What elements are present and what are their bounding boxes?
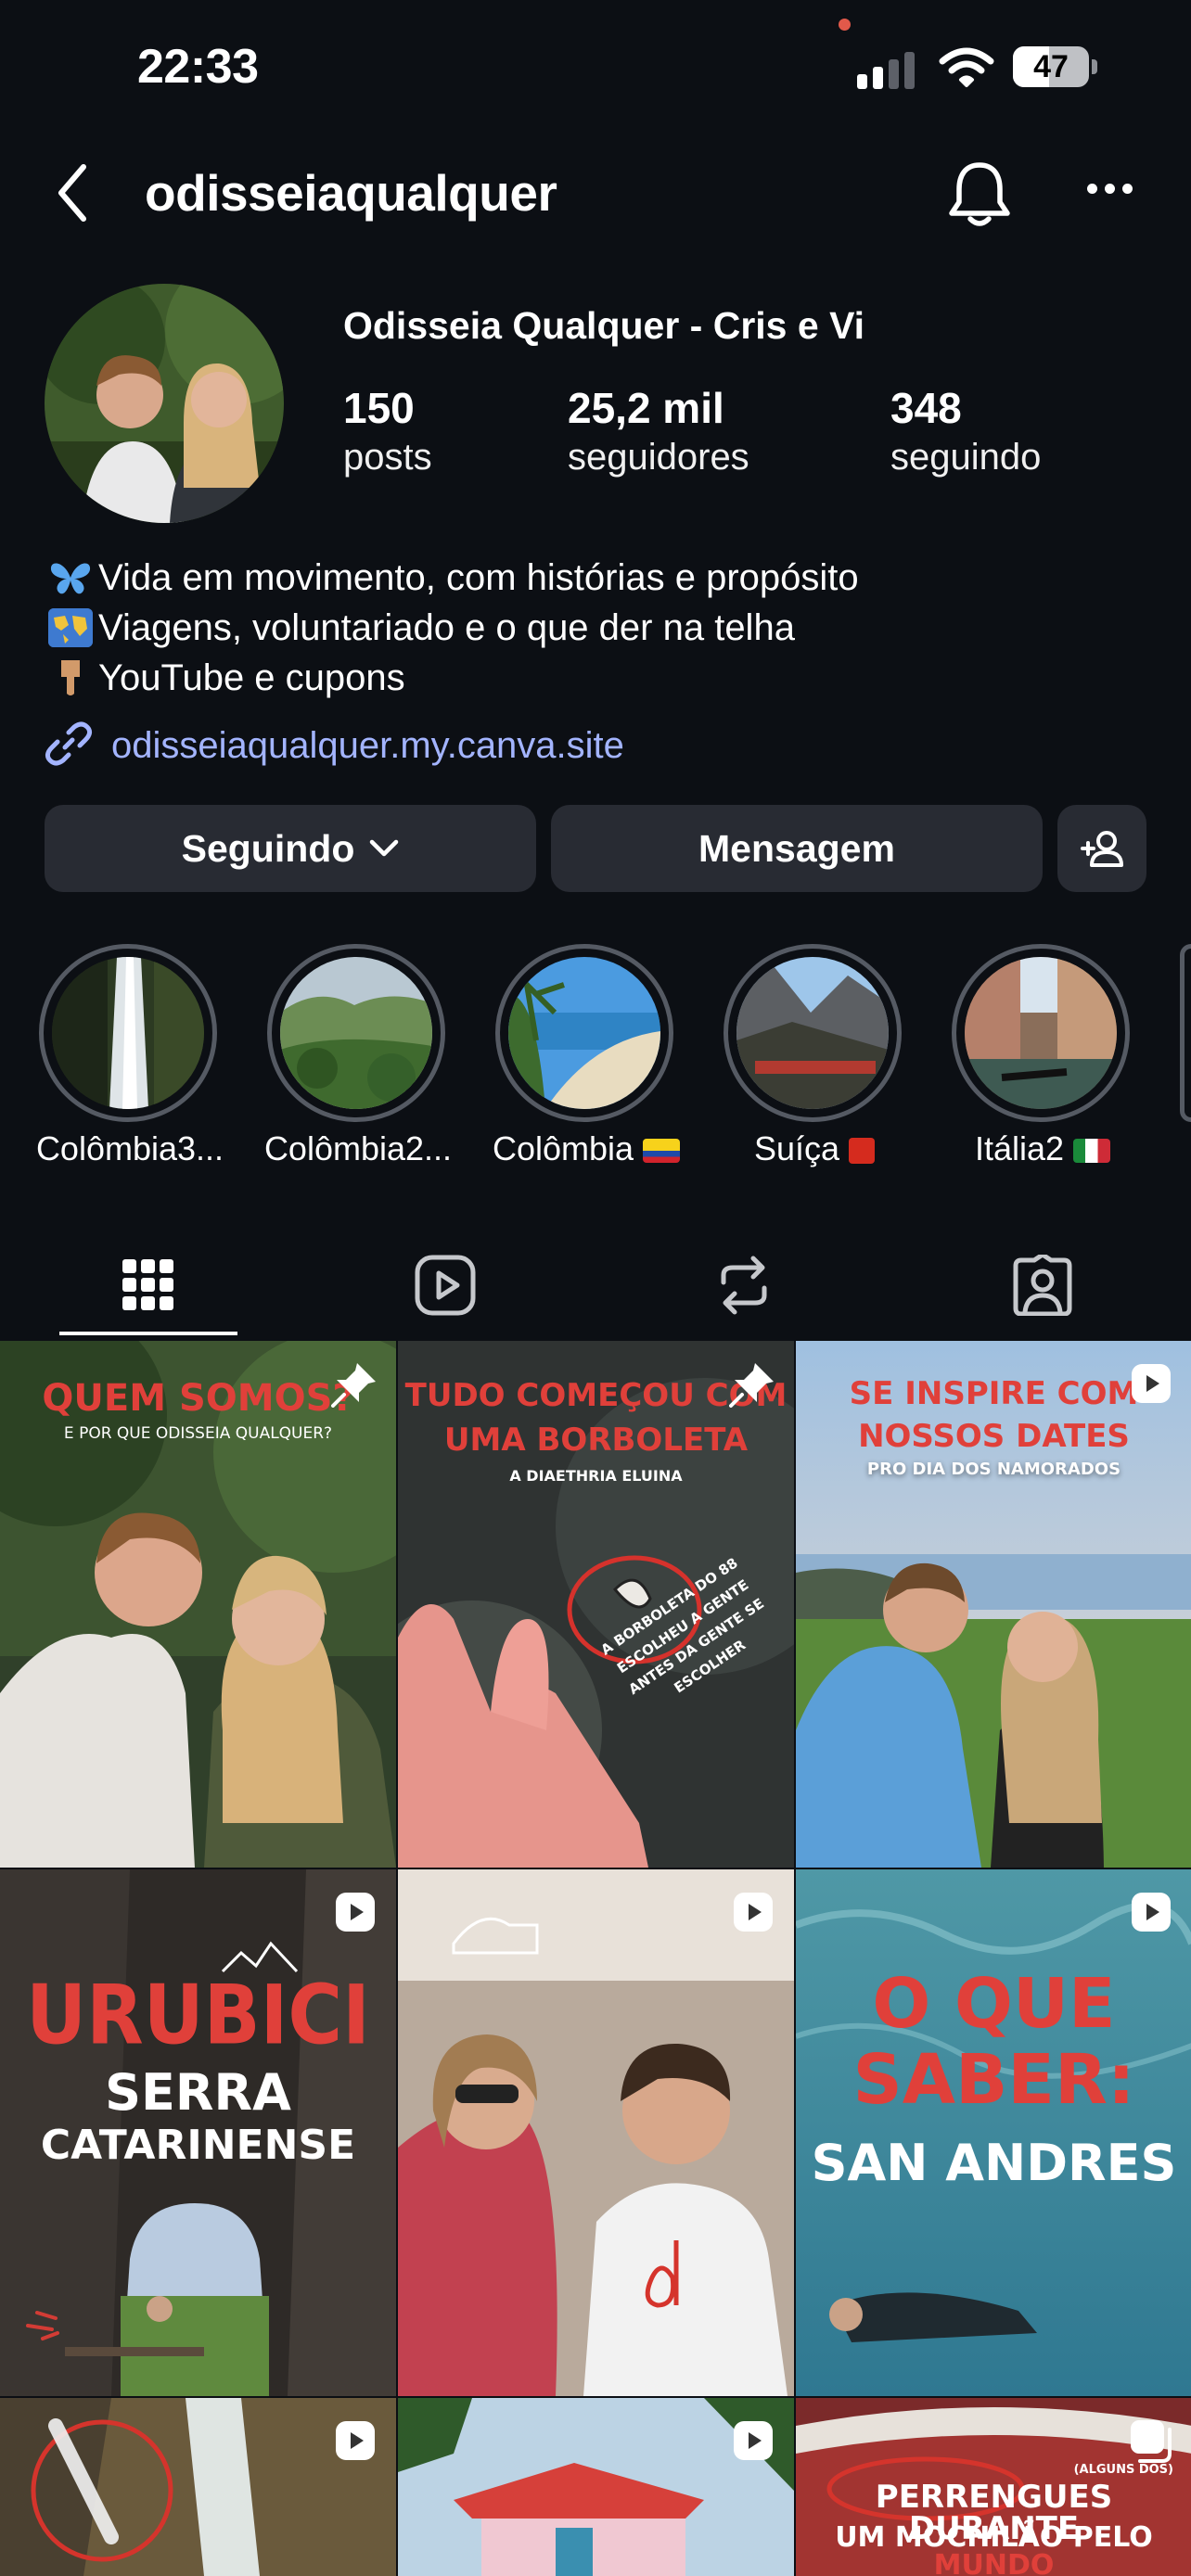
bio-line: Viagens, voluntariado e o que der na tel…: [98, 607, 795, 648]
grid-icon: [122, 1258, 174, 1316]
reel-badge-icon: [333, 2418, 378, 2463]
cellular-signal-icon: [857, 50, 915, 89]
message-button[interactable]: Mensagem: [551, 805, 1043, 892]
chevron-down-icon: [369, 839, 399, 858]
wifi-icon: [939, 46, 994, 94]
tab-tagged[interactable]: [894, 1241, 1191, 1333]
stat-value: 150: [343, 384, 415, 432]
profile-username: odisseiaqualquer: [145, 164, 557, 222]
tab-reels[interactable]: [297, 1241, 594, 1333]
post-title: SERRA: [105, 2063, 291, 2122]
post-title: O QUE: [872, 1964, 1116, 2044]
reel-badge-icon: [731, 2418, 775, 2463]
highlight-switzerland[interactable]: Suíça: [724, 944, 905, 1167]
message-label: Mensagem: [698, 826, 895, 870]
post-title: SAN ANDRES: [811, 2134, 1177, 2192]
post-title: SABER:: [852, 2040, 1135, 2120]
post-tile[interactable]: QUEM SOMOS? E POR QUE ODISSEIA QUALQUER?: [0, 1341, 396, 1868]
highlight-italy-2[interactable]: Itália2: [952, 944, 1133, 1167]
highlight-label: Colômbia2...: [263, 1129, 453, 1167]
add-person-icon: [1079, 830, 1125, 867]
carousel-icon: [1129, 2418, 1173, 2463]
tab-reposts[interactable]: [596, 1241, 892, 1333]
link-icon: [45, 720, 93, 772]
active-tab-indicator: [59, 1332, 237, 1335]
post-subtitle: A DIAETHRIA ELUINA: [509, 1467, 683, 1485]
repost-icon: [716, 1255, 772, 1320]
post-title: CATARINENSE: [40, 2122, 356, 2169]
reel-badge-icon: [333, 1890, 378, 1934]
stat-label: seguindo: [890, 437, 1042, 478]
post-title: NOSSOS DATES: [858, 1418, 1130, 1455]
profile-link[interactable]: odisseiaqualquer.my.canva.site: [45, 720, 624, 772]
following-button[interactable]: Seguindo: [45, 805, 536, 892]
followers-count[interactable]: 25,2 mil seguidores: [568, 382, 749, 480]
post-title: UMA BORBOLETA: [443, 1422, 749, 1459]
profile-avatar[interactable]: [45, 284, 284, 523]
reels-icon: [415, 1255, 476, 1320]
tab-grid[interactable]: [0, 1241, 297, 1333]
highlight-label: Itália2: [924, 1129, 1161, 1168]
post-subtitle: PRO DIA DOS NAMORADOS: [866, 1460, 1121, 1479]
battery-indicator: 47: [1013, 46, 1098, 87]
link-text[interactable]: odisseiaqualquer.my.canva.site: [111, 725, 624, 767]
stat-value: 348: [890, 384, 962, 432]
back-chevron-icon[interactable]: [54, 163, 91, 227]
post-tile[interactable]: (ALGUNS DOS) PERRENGUES DURANTE UM MOCHI…: [796, 2398, 1191, 2576]
butterfly-icon: [48, 558, 93, 597]
display-name: Odisseia Qualquer - Cris e Vi: [343, 304, 865, 347]
bio-line: YouTube e cupons: [98, 657, 405, 698]
bio-line: Vida em movimento, com histórias e propó…: [98, 557, 859, 598]
post-tile[interactable]: [398, 2398, 794, 2576]
following-label: Seguindo: [181, 826, 355, 870]
post-tile[interactable]: URUBICI SERRA CATARINENSE: [0, 1869, 396, 2396]
world-map-icon: [48, 608, 93, 647]
highlight-colombia[interactable]: Colômbia: [493, 944, 681, 1167]
switzerland-flag-icon: [849, 1138, 876, 1165]
highlight-label: Colômbia3...: [35, 1129, 224, 1167]
post-tile[interactable]: [398, 1869, 794, 2396]
italy-flag-icon: [1073, 1139, 1111, 1164]
post-tile[interactable]: TUDO COMEÇOU COM UMA BORBOLETA A DIAETHR…: [398, 1341, 794, 1868]
highlight-colombia-2[interactable]: Colômbia2...: [264, 944, 452, 1167]
stat-label: seguidores: [568, 437, 749, 478]
profile-bio: Vida em movimento, com histórias e propó…: [48, 553, 859, 703]
stat-label: posts: [343, 437, 432, 478]
post-tile[interactable]: SE INSPIRE COM NOSSOS DATES PRO DIA DOS …: [796, 1341, 1191, 1868]
post-subtitle: E POR QUE ODISSEIA QUALQUER?: [63, 1424, 333, 1443]
post-title: URUBICI: [26, 1968, 370, 2063]
posts-count[interactable]: 150 posts: [343, 382, 432, 480]
more-options-icon[interactable]: [1087, 182, 1140, 198]
reel-badge-icon: [731, 1890, 775, 1934]
stat-value: 25,2 mil: [568, 384, 724, 432]
colombia-flag-icon: [643, 1139, 681, 1164]
reel-badge-icon: [1129, 1361, 1173, 1406]
post-tile[interactable]: [0, 2398, 396, 2576]
post-kicker: (ALGUNS DOS): [1073, 2463, 1173, 2477]
highlight-label: Suíça: [696, 1129, 933, 1168]
tagged-person-icon: [1012, 1252, 1073, 1320]
following-count[interactable]: 348 seguindo: [890, 382, 1041, 480]
battery-percentage: 47: [1033, 49, 1069, 84]
highlight-label: Colômbia: [467, 1129, 705, 1168]
pointing-down-hand-icon: [48, 658, 93, 697]
post-tile[interactable]: O QUE SABER: SAN ANDRES: [796, 1869, 1191, 2396]
highlight-colombia-3[interactable]: Colômbia3...: [36, 944, 224, 1167]
suggest-people-button[interactable]: [1057, 805, 1146, 892]
post-title: UM MOCHILÃO PELO MUNDO: [835, 2521, 1153, 2576]
highlight-partial[interactable]: [1180, 944, 1191, 1122]
pin-icon: [729, 1361, 775, 1408]
bell-icon[interactable]: [944, 158, 1015, 235]
camera-indicator-dot: [839, 19, 851, 31]
reel-badge-icon: [1129, 1890, 1173, 1934]
pin-icon: [331, 1361, 378, 1408]
status-time: 22:33: [137, 40, 259, 94]
